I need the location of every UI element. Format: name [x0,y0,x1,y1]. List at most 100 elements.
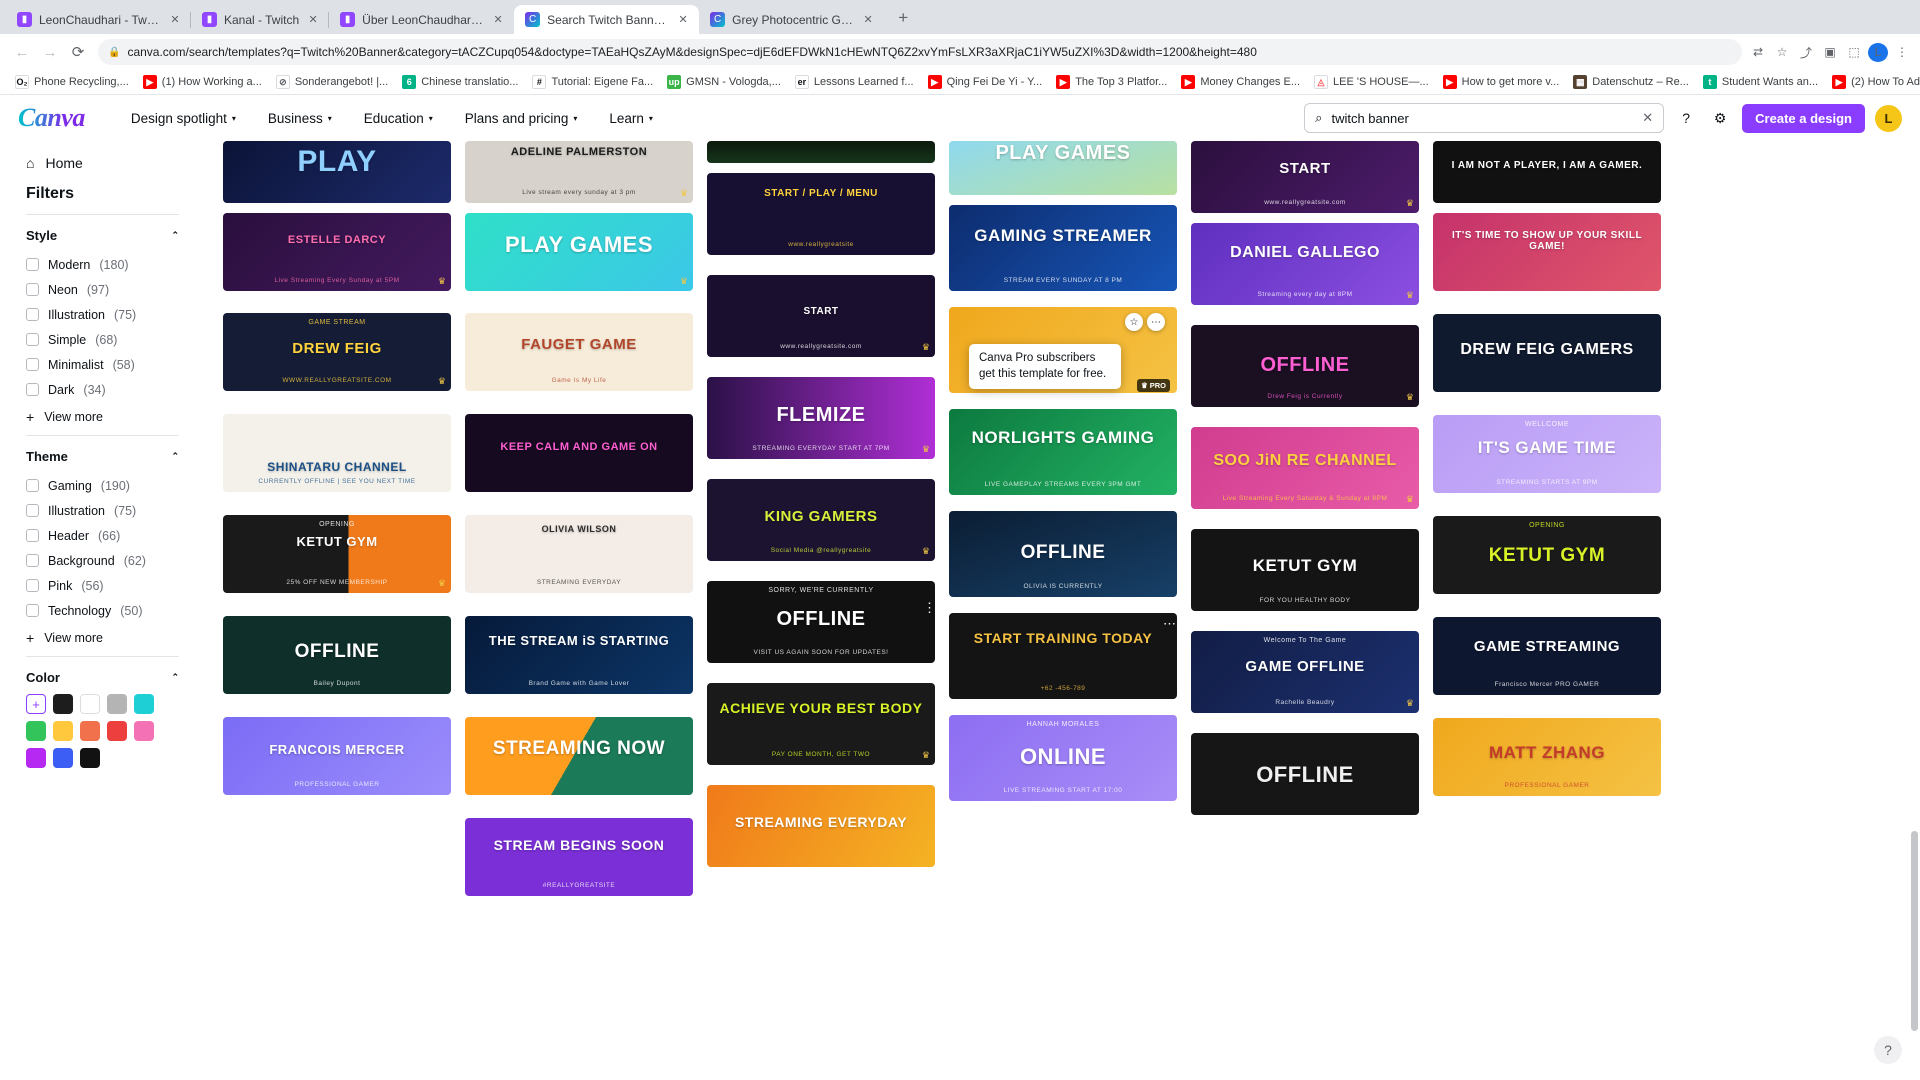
browser-tab-3[interactable]: C Search Twitch Banner - Canva ✕ [514,5,700,34]
template-card[interactable]: ACHIEVE YOUR BEST BODY PAY ONE MONTH, GET… [707,683,935,765]
nav-item-learn[interactable]: Learn ▾ [593,111,669,126]
template-card[interactable]: OFFLINE OLIVIA IS CURRENTLY [949,511,1177,597]
extension-icon[interactable]: ▣ [1820,45,1840,59]
template-card[interactable]: OLIVIA WILSON STREAMING EVERYDAY [465,515,693,593]
checkbox[interactable] [26,579,39,592]
template-card[interactable]: START www.reallygreatsite.com ♛ [707,275,935,357]
tab-close-icon[interactable]: ✕ [306,13,320,26]
clear-search-icon[interactable]: ✕ [1642,110,1653,126]
color-swatch-10[interactable] [26,748,46,768]
browser-tab-4[interactable]: C Grey Photocentric Game Night ✕ [699,5,884,34]
view-more-button[interactable]: + View more [26,625,179,651]
template-card[interactable]: THE STREAM iS STARTING Brand Game with Ga… [465,616,693,694]
share-icon[interactable]: ⤴ [1796,44,1816,61]
color-swatch-9[interactable] [134,721,154,741]
template-card[interactable]: PLAY GAMES [949,141,1177,195]
bookmark-3[interactable]: 6 Chinese translatio... [395,75,525,89]
template-card[interactable]: ESTELLE DARCY Live Streaming Every Sunday… [223,213,451,291]
filter-option-technology[interactable]: Technology (50) [26,598,179,623]
template-card[interactable]: KEEP CALM AND GAME ON [465,414,693,492]
add-color-button[interactable]: + [26,694,46,714]
checkbox[interactable] [26,479,39,492]
filter-option-illustration[interactable]: Illustration (75) [26,498,179,523]
bookmark-14[interactable]: ▶ (2) How To Add A... [1825,75,1920,89]
omnibox[interactable]: 🔒 canva.com/search/templates?q=Twitch%20… [98,39,1742,65]
color-swatch-12[interactable] [80,748,100,768]
template-card[interactable]: SOO JiN RE CHANNEL Live Streaming Every S… [1191,427,1419,509]
filter-option-pink[interactable]: Pink (56) [26,573,179,598]
template-card[interactable]: GAMING STREAMER STREAM EVERY SUNDAY AT 8 … [949,205,1177,291]
tab-close-icon[interactable]: ✕ [168,13,182,26]
bookmark-0[interactable]: O₂ Phone Recycling,... [8,75,136,89]
template-card[interactable]: OPENING KETUT GYM 25% OFF NEW MEMBERSHIP ♛ [223,515,451,593]
template-card[interactable]: STREAM BEGINS SOON #REALLYGREATSITE [465,818,693,896]
checkbox[interactable] [26,358,39,371]
template-card[interactable]: FLEMIZE STREAMING EVERYDAY START AT 7PM ♛ [707,377,935,459]
nav-item-education[interactable]: Education ▾ [348,111,449,126]
color-swatch-2[interactable] [80,694,100,714]
template-card[interactable]: OFFLINE [1191,733,1419,815]
color-swatch-8[interactable] [107,721,127,741]
back-button[interactable]: ← [8,38,36,66]
checkbox[interactable] [26,283,39,296]
bookmark-11[interactable]: ▶ How to get more v... [1436,75,1567,89]
checkbox[interactable] [26,333,39,346]
canva-logo[interactable]: Canva [18,103,85,133]
translate-icon[interactable]: ⇄ [1748,45,1768,59]
tab-close-icon[interactable]: ✕ [861,13,875,26]
checkbox[interactable] [26,258,39,271]
bookmark-4[interactable]: # Tutorial: Eigene Fa... [525,75,660,89]
color-swatch-7[interactable] [80,721,100,741]
chevron-up-icon[interactable]: ⌃ [171,230,179,241]
create-a-design-button[interactable]: Create a design [1742,103,1865,133]
sidebar-item-home[interactable]: ⌂ Home [26,155,205,171]
filter-option-header[interactable]: Header (66) [26,523,179,548]
color-swatch-1[interactable] [53,694,73,714]
bookmark-12[interactable]: ▦ Datenschutz – Re... [1566,75,1696,89]
bookmark-7[interactable]: ▶ Qing Fei De Yi - Y... [921,75,1050,89]
nav-item-design-spotlight[interactable]: Design spotlight ▾ [115,111,252,126]
card-more-icon[interactable]: ⋮ [923,601,936,614]
tab-close-icon[interactable]: ✕ [491,13,505,26]
forward-button[interactable]: → [36,38,64,66]
browser-tab-2[interactable]: ▮ Über LeonChaudhari - Twitch ✕ [328,5,514,34]
checkbox[interactable] [26,604,39,617]
checkbox[interactable] [26,383,39,396]
template-card[interactable]: HANNAH MORALES ONLINE LIVE STREAMING START… [949,715,1177,801]
profile-avatar-chrome[interactable]: L [1868,42,1888,62]
filter-option-dark[interactable]: Dark (34) [26,377,179,402]
template-card[interactable]: PLAY GAMES ♛ [465,213,693,291]
template-card[interactable]: OFFLINE Bailey Dupont [223,616,451,694]
template-card[interactable]: NORLIGHTS GAMING LIVE GAMEPLAY STREAMS EV… [949,409,1177,495]
template-card[interactable]: STREAMING NOW [465,717,693,795]
user-avatar[interactable]: L [1875,104,1902,132]
help-icon[interactable]: ? [1674,106,1698,130]
template-card[interactable]: DREW FEIG GAMERS [1433,314,1661,392]
template-card[interactable]: OPENING KETUT GYM [1433,516,1661,594]
bookmark-8[interactable]: ▶ The Top 3 Platfor... [1049,75,1174,89]
template-card[interactable]: IT'S TIME TO SHOW UP YOUR SKILL GAME! [1433,213,1661,291]
view-more-button[interactable]: + View more [26,404,179,430]
template-card[interactable]: SORRY, WE'RE CURRENTLY OFFLINE VISIT US AG… [707,581,935,663]
template-card[interactable]: KING GAMERS Social Media @reallygreatsite… [707,479,935,561]
chevron-up-icon[interactable]: ⌃ [171,672,179,683]
bookmark-13[interactable]: t Student Wants an... [1696,75,1825,89]
template-card[interactable]: I AM NOT A PLAYER, I AM A GAMER. [1433,141,1661,203]
color-swatch-5[interactable] [26,721,46,741]
color-swatch-6[interactable] [53,721,73,741]
section-header[interactable]: Style ⌃ [26,228,179,243]
template-card[interactable]: SHINATARU CHANNEL CURRENTLY OFFLINE | SEE… [223,414,451,492]
template-card[interactable]: FAUGET GAME Game Is My Life [465,313,693,391]
bookmark-9[interactable]: ▶ Money Changes E... [1174,75,1307,89]
template-card[interactable]: FRANCOIS MERCER PROFESSIONAL GAMER [223,717,451,795]
checkbox[interactable] [26,529,39,542]
filter-option-modern[interactable]: Modern (180) [26,252,179,277]
gear-icon[interactable]: ⚙ [1708,106,1732,130]
scrollbar-thumb[interactable] [1911,831,1918,1031]
bookmark-5[interactable]: up GMSN - Vologda,... [660,75,788,89]
template-card[interactable]: START TRAINING TODAY +62 -456-789 [949,613,1177,699]
nav-item-plans-and-pricing[interactable]: Plans and pricing ▾ [449,111,594,126]
help-fab-button[interactable]: ? [1874,1036,1902,1064]
template-card[interactable]: WELLCOME IT'S GAME TIME STREAMING STARTS A… [1433,415,1661,493]
nav-item-business[interactable]: Business ▾ [252,111,348,126]
